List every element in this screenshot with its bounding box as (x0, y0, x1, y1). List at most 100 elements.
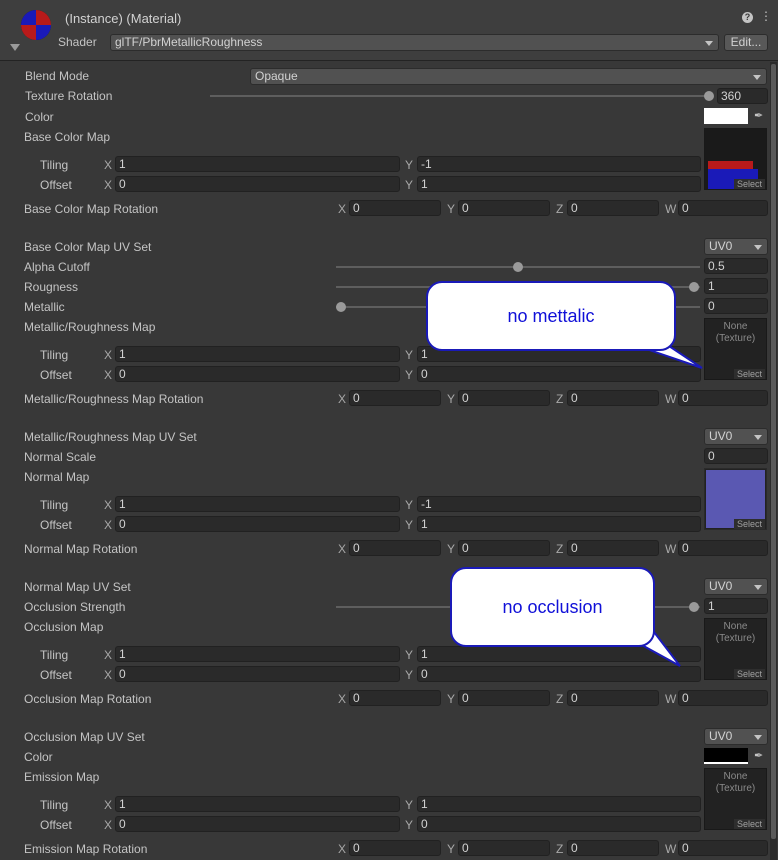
base-color-tiling-y-field[interactable]: -1 (417, 156, 701, 172)
base-color-rotation-y-field[interactable]: 0 (458, 200, 550, 216)
emission-color-swatch[interactable] (704, 748, 748, 764)
help-icon[interactable]: ? (742, 12, 753, 23)
mr-map-texture-slot[interactable]: None (Texture) Select (704, 318, 767, 380)
kebab-menu-icon[interactable]: ⋮ (760, 9, 772, 23)
base-color-uv-set-dropdown[interactable]: UV0 (704, 238, 768, 255)
metallic-field[interactable]: 0 (704, 298, 768, 314)
emission-rotation-y-field[interactable]: 0 (458, 840, 550, 856)
mr-map-tiling-label: Tiling (40, 348, 69, 362)
occlusion-strength-slider-handle[interactable] (689, 602, 699, 612)
rougness-field[interactable]: 1 (704, 278, 768, 294)
normal-offset-y-field[interactable]: 1 (417, 516, 701, 532)
texture-rotation-slider-handle[interactable] (704, 91, 714, 101)
occlusion-rotation-x-field[interactable]: 0 (349, 690, 441, 706)
mr-rotation-x-field[interactable]: 0 (349, 390, 441, 406)
axis-y-label: Y (405, 348, 414, 362)
axis-x-label: X (338, 542, 347, 556)
edit-shader-button[interactable]: Edit... (724, 34, 768, 51)
base-color-rotation-w-field[interactable]: 0 (678, 200, 768, 216)
emission-offset-y-field[interactable]: 0 (417, 816, 701, 832)
texture-rotation-slider-track[interactable] (210, 95, 710, 97)
chevron-down-icon (754, 435, 762, 440)
mr-uv-set-dropdown[interactable]: UV0 (704, 428, 768, 445)
emission-tiling-x-field[interactable]: 1 (115, 796, 400, 812)
emission-rotation-x-field[interactable]: 0 (349, 840, 441, 856)
metallic-slider-handle[interactable] (336, 302, 346, 312)
axis-y-label: Y (405, 158, 414, 172)
eyedropper-icon[interactable]: ✒ (754, 109, 765, 122)
occlusion-map-offset-label: Offset (40, 668, 72, 682)
blend-mode-dropdown[interactable]: Opaque (250, 68, 767, 85)
emission-map-offset-label: Offset (40, 818, 72, 832)
base-color-rotation-x-field[interactable]: 0 (349, 200, 441, 216)
normal-map-texture-slot[interactable]: Select (704, 468, 767, 530)
normal-rotation-x-field[interactable]: 0 (349, 540, 441, 556)
eyedropper-icon[interactable]: ✒ (754, 749, 765, 762)
texture-rotation-field[interactable]: 360 (717, 88, 768, 104)
occlusion-rotation-z-field[interactable]: 0 (567, 690, 659, 706)
chevron-down-icon (754, 735, 762, 740)
shader-value: glTF/PbrMetallicRoughness (115, 35, 263, 49)
axis-x-label: X (338, 392, 347, 406)
axis-x-label: X (104, 178, 113, 192)
normal-tiling-y-field[interactable]: -1 (417, 496, 701, 512)
occlusion-strength-label: Occlusion Strength (24, 600, 126, 614)
base-color-tiling-x-field[interactable]: 1 (115, 156, 400, 172)
occlusion-rotation-w-field[interactable]: 0 (678, 690, 768, 706)
mr-rotation-y-field[interactable]: 0 (458, 390, 550, 406)
color-swatch[interactable] (704, 108, 748, 124)
texture-select-button[interactable]: Select (733, 369, 765, 379)
normal-map-uv-set-label: Normal Map UV Set (24, 580, 131, 594)
emission-rotation-w-field[interactable]: 0 (678, 840, 768, 856)
axis-y-label: Y (447, 842, 456, 856)
occlusion-map-tiling-label: Tiling (40, 648, 69, 662)
base-color-rotation-z-field[interactable]: 0 (567, 200, 659, 216)
texture-select-button[interactable]: Select (733, 819, 765, 829)
normal-offset-x-field[interactable]: 0 (115, 516, 400, 532)
base-color-offset-y-field[interactable]: 1 (417, 176, 701, 192)
occlusion-tiling-x-field[interactable]: 1 (115, 646, 400, 662)
emission-map-label: Emission Map (24, 770, 100, 784)
emission-offset-x-field[interactable]: 0 (115, 816, 400, 832)
base-color-map-texture-slot[interactable]: Select (704, 128, 767, 190)
foldout-arrow-icon[interactable] (10, 44, 20, 51)
emission-rotation-z-field[interactable]: 0 (567, 840, 659, 856)
texture-select-button[interactable]: Select (733, 669, 765, 679)
mr-rotation-w-field[interactable]: 0 (678, 390, 768, 406)
alpha-cutoff-field[interactable]: 0.5 (704, 258, 768, 274)
emission-tiling-y-field[interactable]: 1 (417, 796, 701, 812)
rougness-slider-handle[interactable] (689, 282, 699, 292)
occlusion-strength-field[interactable]: 1 (704, 598, 768, 614)
shader-dropdown[interactable]: glTF/PbrMetallicRoughness (110, 34, 719, 51)
mr-offset-x-field[interactable]: 0 (115, 366, 400, 382)
normal-rotation-w-field[interactable]: 0 (678, 540, 768, 556)
axis-z-label: Z (556, 842, 564, 856)
mr-tiling-x-field[interactable]: 1 (115, 346, 400, 362)
axis-x-label: X (104, 158, 113, 172)
mr-rotation-z-field[interactable]: 0 (567, 390, 659, 406)
rougness-label: Rougness (24, 280, 79, 294)
axis-y-label: Y (405, 648, 414, 662)
axis-y-label: Y (447, 202, 456, 216)
normal-tiling-x-field[interactable]: 1 (115, 496, 400, 512)
normal-rotation-z-field[interactable]: 0 (567, 540, 659, 556)
no-texture-text: None (Texture) (715, 321, 756, 344)
occlusion-map-texture-slot[interactable]: None (Texture) Select (704, 618, 767, 680)
normal-scale-field[interactable]: 0 (704, 448, 768, 464)
normal-rotation-y-field[interactable]: 0 (458, 540, 550, 556)
axis-y-label: Y (405, 498, 414, 512)
texture-select-button[interactable]: Select (733, 179, 765, 189)
alpha-cutoff-slider-handle[interactable] (513, 262, 523, 272)
scrollbar-thumb[interactable] (771, 64, 776, 839)
material-title: (Instance) (Material) (65, 11, 182, 26)
occlusion-offset-x-field[interactable]: 0 (115, 666, 400, 682)
normal-uv-set-dropdown[interactable]: UV0 (704, 578, 768, 595)
axis-x-label: X (104, 518, 113, 532)
occlusion-rotation-y-field[interactable]: 0 (458, 690, 550, 706)
occlusion-uv-set-dropdown[interactable]: UV0 (704, 728, 768, 745)
base-color-offset-x-field[interactable]: 0 (115, 176, 400, 192)
mr-map-rotation-label: Metallic/Roughness Map Rotation (24, 392, 204, 406)
emission-map-texture-slot[interactable]: None (Texture) Select (704, 768, 767, 830)
axis-x-label: X (338, 842, 347, 856)
texture-select-button[interactable]: Select (733, 519, 765, 529)
